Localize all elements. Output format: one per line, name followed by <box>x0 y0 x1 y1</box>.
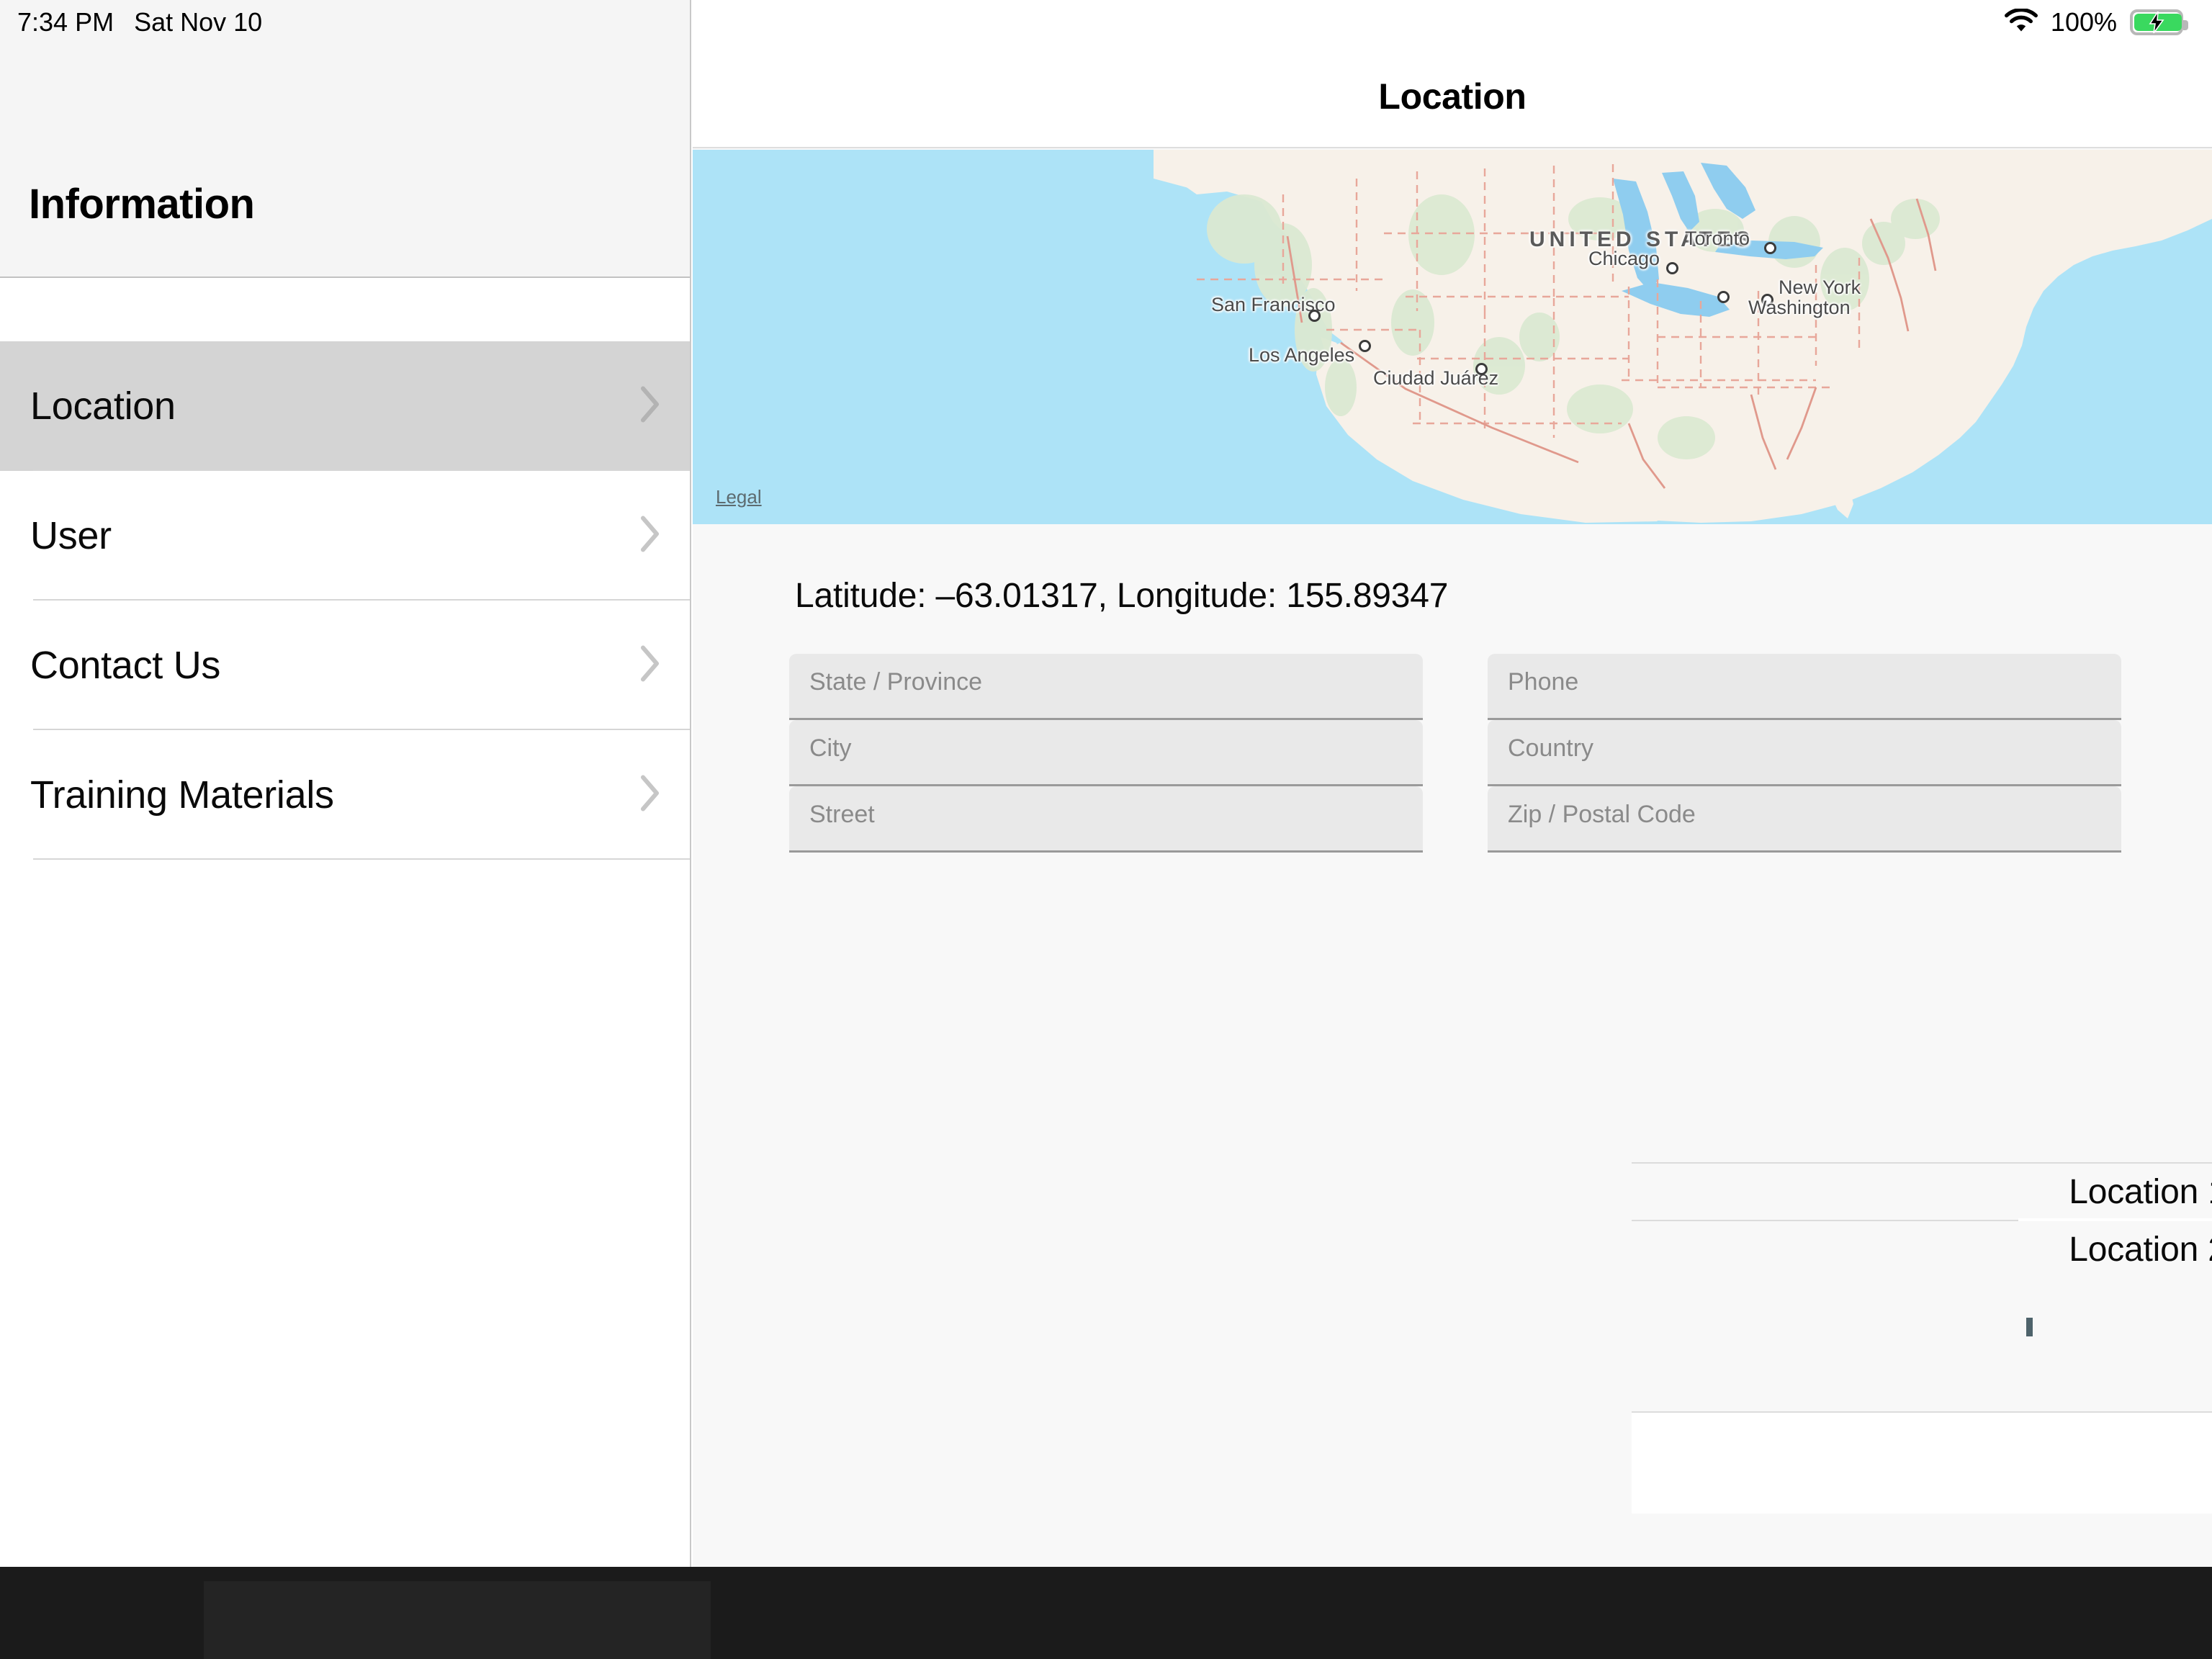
form-column-right: Phone Country Zip / Postal Code <box>1488 654 2121 853</box>
sidebar-item-label: Location <box>30 385 176 428</box>
sidebar-item-contact-us[interactable]: Contact Us <box>0 601 690 730</box>
map-city-label-toronto: Toronto <box>1685 228 1750 249</box>
map-city-marker-ciudad-juarez <box>1475 363 1488 375</box>
country-field[interactable]: Country <box>1488 720 2121 786</box>
phone-placeholder: Phone <box>1508 668 1579 696</box>
detail-pane: Location UNITED STATES San Francisco Los… <box>693 0 2212 1567</box>
list-divider <box>33 858 690 860</box>
city-field[interactable]: City <box>789 720 1423 786</box>
map-city-label-new-york: New York <box>1779 276 1861 298</box>
battery-charging-icon <box>2130 9 2188 35</box>
sidebar-item-user[interactable]: User <box>0 471 690 601</box>
status-bar-right: 100% <box>2004 0 2188 45</box>
sidebar: Information Location User Contact Us Tra… <box>0 0 691 1567</box>
bottom-bar <box>0 1567 2212 1659</box>
map-legal-link[interactable]: Legal <box>716 486 762 508</box>
address-form: State / Province City Street Phone Count… <box>789 654 2121 853</box>
coordinates-label: Latitude: –63.01317, Longitude: 155.8934… <box>795 577 1449 615</box>
map-city-marker-los-angeles <box>1359 340 1371 352</box>
phone-field[interactable]: Phone <box>1488 654 2121 720</box>
zip-postal-code-field[interactable]: Zip / Postal Code <box>1488 786 2121 853</box>
state-province-placeholder: State / Province <box>809 668 983 696</box>
status-bar: 7:34 PM Sat Nov 10 100% <box>0 0 2212 45</box>
state-province-field[interactable]: State / Province <box>789 654 1423 720</box>
picker-option-marker <box>2026 1318 2033 1336</box>
sidebar-item-label: User <box>30 514 112 557</box>
map-city-label-chicago: Chicago <box>1588 248 1660 269</box>
page-title: Location <box>1378 76 1527 117</box>
country-placeholder: Country <box>1508 734 1594 762</box>
map-city-marker-san-francisco <box>1308 310 1321 322</box>
chevron-right-icon <box>639 775 661 816</box>
chevron-right-icon <box>639 645 661 686</box>
chevron-right-icon <box>639 516 661 557</box>
battery-percent-label: 100% <box>2050 7 2117 37</box>
street-placeholder: Street <box>809 801 875 828</box>
sidebar-list: Location User Contact Us Training Materi… <box>0 341 690 860</box>
picker-option-label: Location 1 <box>2069 1172 2212 1211</box>
status-time: 7:34 PM <box>17 7 114 37</box>
map-city-label-los-angeles: Los Angeles <box>1249 344 1355 366</box>
sidebar-item-label: Contact Us <box>30 644 221 687</box>
bottom-bar-panel <box>204 1581 711 1659</box>
map-city-label-washington: Washington <box>1748 297 1851 318</box>
map-city-marker-chicago <box>1666 262 1678 274</box>
map-city-marker-toronto <box>1764 242 1776 254</box>
form-column-left: State / Province City Street <box>789 654 1423 853</box>
select-panel: Select <box>1632 1413 2212 1514</box>
status-date: Sat Nov 10 <box>134 7 263 37</box>
sidebar-item-label: Training Materials <box>30 773 334 817</box>
picker-option-extra[interactable] <box>1632 1277 2212 1411</box>
zip-postal-code-placeholder: Zip / Postal Code <box>1508 801 1696 828</box>
wifi-icon <box>2004 7 2038 37</box>
sidebar-item-location[interactable]: Location <box>0 341 690 471</box>
picker-option-location-2[interactable]: Location 2 <box>1632 1221 2212 1277</box>
map-canvas <box>1154 150 2212 523</box>
ipad-screen: 7:34 PM Sat Nov 10 100% Information Loca… <box>0 0 2212 1659</box>
map-view[interactable]: UNITED STATES San Francisco Los Angeles … <box>693 150 2212 524</box>
street-field[interactable]: Street <box>789 786 1423 853</box>
location-picker: Location 1 Location 2 Select <box>1632 1162 2212 1514</box>
sidebar-top-spacer <box>0 279 690 341</box>
sidebar-item-training-materials[interactable]: Training Materials <box>0 730 690 860</box>
chevron-right-icon <box>639 386 661 427</box>
map-city-marker-washington <box>1717 291 1730 303</box>
status-bar-left: 7:34 PM Sat Nov 10 <box>17 0 262 45</box>
picker-option-label: Location 2 <box>2069 1230 2212 1269</box>
sidebar-title: Information <box>29 181 255 228</box>
city-placeholder: City <box>809 734 852 762</box>
picker-option-location-1[interactable]: Location 1 <box>1632 1164 2212 1221</box>
